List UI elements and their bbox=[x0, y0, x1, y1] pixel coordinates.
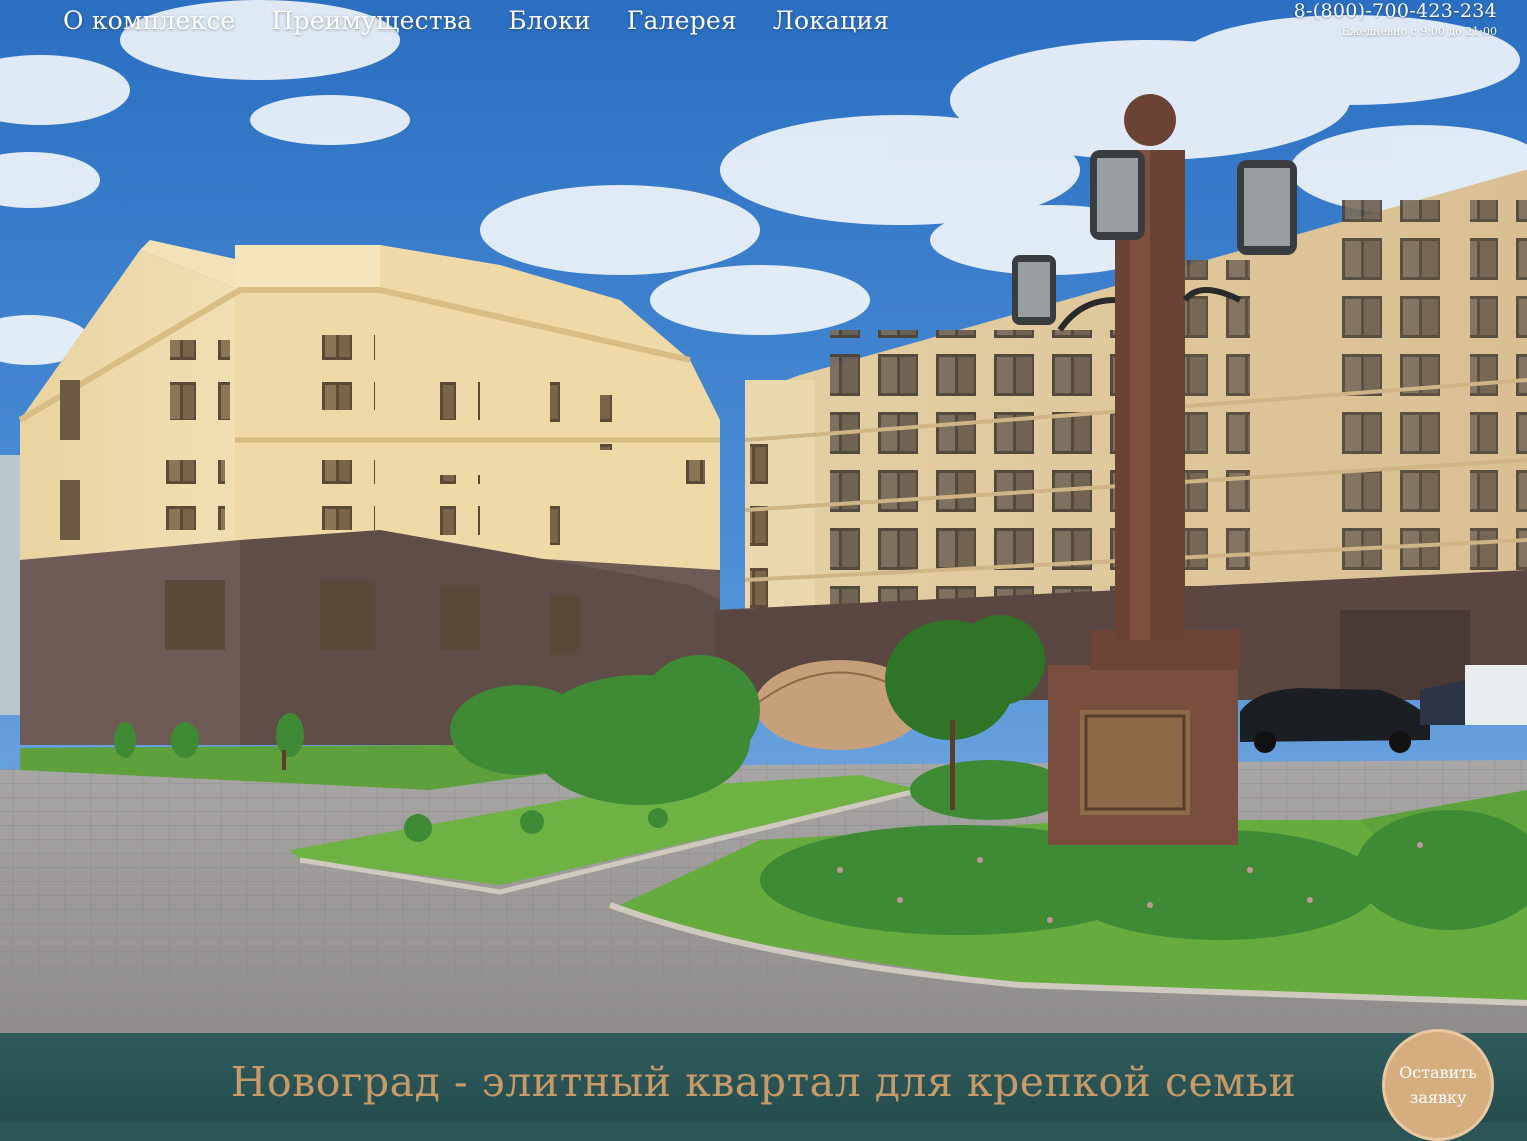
nav-gallery[interactable]: Галерея bbox=[627, 6, 737, 35]
working-hours: Ежедневно с 9:00 до 21:00 bbox=[1341, 25, 1497, 38]
hero-image bbox=[0, 0, 1527, 1033]
nav-about[interactable]: О комплексе bbox=[63, 6, 236, 35]
nav-advantages[interactable]: Преимущества bbox=[272, 6, 473, 35]
nav-location[interactable]: Локация bbox=[773, 6, 889, 35]
nav-blocks[interactable]: Блоки bbox=[508, 6, 591, 35]
contact-block: 8-(800)-700-423-234 Ежедневно с 9:00 до … bbox=[1294, 0, 1497, 38]
request-button[interactable]: Оставить заявку bbox=[1382, 1029, 1494, 1141]
request-button-label: Оставить заявку bbox=[1399, 1063, 1477, 1107]
phone-number[interactable]: 8-(800)-700-423-234 bbox=[1294, 0, 1497, 22]
main-nav: О комплексе Преимущества Блоки Галерея Л… bbox=[63, 6, 925, 35]
page-title: Новоград - элитный квартал для крепкой с… bbox=[230, 1058, 1297, 1106]
